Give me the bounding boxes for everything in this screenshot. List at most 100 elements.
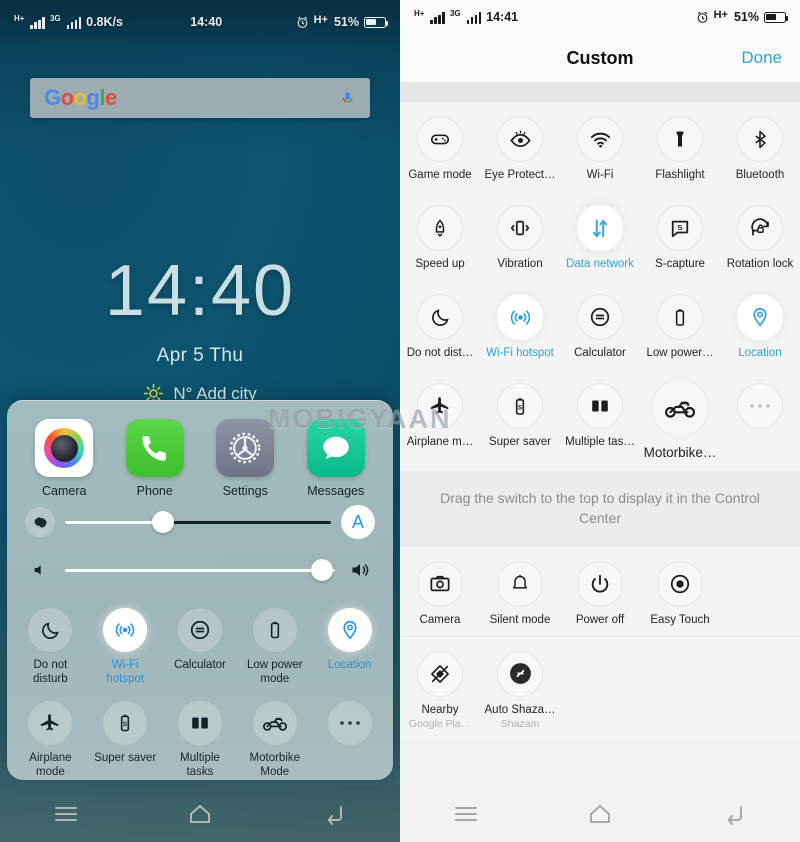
app-shortcut-phone[interactable]: Phone [110,419,201,498]
toggle-do-not-disturb[interactable]: Do not disturb [13,602,88,695]
app-shortcut-settings[interactable]: Settings [200,419,291,498]
calculator-icon [577,294,623,340]
tile-silent-mode[interactable]: Silent mode [480,547,560,636]
tile-do-not-disturb[interactable]: Do not dist… [400,280,480,369]
menu-icon[interactable] [453,805,479,823]
tile-multiple-tasks[interactable]: Multiple tas… [560,369,640,470]
left-status-bar: H+ 3G 0.8K/s 14:40 H+ 51% [0,0,400,44]
done-button[interactable]: Done [741,48,782,68]
tile-more[interactable] [720,369,800,470]
tile-label: Eye Protect… [484,169,556,181]
app-shortcut-camera[interactable]: Camera [19,419,110,498]
brightness-slider-row[interactable]: A [7,498,393,546]
toggle-super-saver[interactable]: S Super saver [88,695,163,788]
home-icon[interactable] [186,802,214,826]
tile-label: Data network [566,258,634,270]
toggle-more[interactable] [312,695,387,788]
status-right-group: H+ 51% [696,10,800,24]
battery-icon [764,11,789,23]
moon-icon [417,294,463,340]
s-capture-icon: S [657,205,703,251]
toggle-low-power-mode[interactable]: Low power mode [237,602,312,695]
tile-speed-up[interactable]: Speed up [400,191,480,280]
settings-app-icon [216,419,275,477]
volume-up-icon[interactable] [345,555,375,585]
network-type-1: H+ [414,9,425,18]
tile-rotation-lock[interactable]: Rotation lock [720,191,800,280]
tile-label: S-capture [655,258,705,270]
tile-easy-touch[interactable]: Easy Touch [640,547,720,636]
tile-label: Vibration [497,258,543,270]
toggle-wifi-hotspot[interactable]: Wi-Fi hotspot [88,602,163,695]
tile-wifi[interactable]: Wi-Fi [560,102,640,191]
menu-icon[interactable] [53,805,79,823]
tile-calculator[interactable]: Calculator [560,280,640,369]
bluetooth-icon [737,116,783,162]
app-shortcut-label: Settings [222,484,268,498]
tile-label: Super saver [488,436,551,448]
volume-slider-row[interactable] [7,546,393,594]
drag-hint-text: Drag the switch to the top to display it… [400,470,800,547]
brightness-knob[interactable] [152,511,175,533]
signal-bars-2 [466,11,482,24]
toggle-airplane-mode[interactable]: Airplane mode [13,695,88,788]
tile-label: Silent mode [489,613,551,626]
app-shortcut-messages[interactable]: Messages [291,419,382,498]
tile-label: Power off [575,613,625,626]
volume-mute-icon[interactable] [25,555,55,585]
tile-label: Bluetooth [735,169,785,181]
toggle-label: Wi-Fi hotspot [106,659,145,686]
tile-low-power-mode[interactable]: Low power… [640,280,720,369]
tile-eye-protect[interactable]: Eye Protect… [480,102,560,191]
google-search-bar[interactable]: Google [30,78,370,118]
back-icon[interactable] [321,802,347,826]
tile-label: Calculator [574,347,626,359]
tile-data-network[interactable]: Data network [560,191,640,280]
back-icon[interactable] [721,802,747,826]
wifi-icon [577,116,623,162]
auto-brightness-button[interactable]: A [341,505,375,539]
brightness-track[interactable] [65,511,331,533]
home-icon[interactable] [586,802,614,826]
tile-airplane-mode[interactable]: Airplane m… [400,369,480,470]
tile-super-saver[interactable]: S Super saver [480,369,560,470]
eye-icon [497,116,543,162]
volume-knob[interactable] [310,559,333,581]
tile-flashlight[interactable]: Flashlight [640,102,720,191]
brightness-gear-icon[interactable] [25,507,55,537]
toggle-calculator[interactable]: Calculator [163,602,238,695]
status-right-group: H+ 51% [296,15,400,29]
toggle-multiple-tasks[interactable]: Multiple tasks [163,695,238,788]
lockscreen-clock-widget: 14:40 Apr 5 Thu N° Add city [0,0,400,404]
tile-power-off[interactable]: Power off [560,547,640,636]
inactive-toggles-grid: Camera Silent mode Power off Easy Touch [400,546,800,636]
active-toggles-grid: Game mode Eye Protect… Wi-Fi Flashlight … [400,102,800,470]
app-shortcut-label: Camera [42,484,87,498]
status-clock: 14:40 [190,15,223,29]
tile-s-capture[interactable]: S S-capture [640,191,720,280]
hotspot-icon [497,294,543,340]
tile-motorbike-mode[interactable]: Motorbike… [640,369,720,470]
toggle-location[interactable]: Location [312,602,387,695]
network-type-1: H+ [14,14,25,23]
toggle-label: Location [327,659,372,671]
volume-track[interactable] [65,559,335,581]
tile-wifi-hotspot[interactable]: Wi-Fi hotspot [480,280,560,369]
tile-camera[interactable]: Camera [400,547,480,636]
hotspot-icon [103,608,148,652]
right-phone-custom-settings: H+ 3G 14:41 H+ 51% Custom Done Game mode… [400,0,800,842]
tile-game-mode[interactable]: Game mode [400,102,480,191]
tile-bluetooth[interactable]: Bluetooth [720,102,800,191]
microphone-icon[interactable] [339,89,356,108]
app-shortcut-label: Messages [307,484,365,498]
tile-label: Easy Touch [650,613,710,626]
tile-auto-shazam[interactable]: Auto Shaza… Shazam [480,637,560,740]
tile-nearby[interactable]: Nearby Google Pla… [400,637,480,740]
google-logo: Google [44,85,117,110]
super-saver-icon: S [497,383,543,429]
network-type-2: 3G [449,9,461,18]
tile-vibration[interactable]: Vibration [480,191,560,280]
svg-text:S: S [123,721,128,728]
tile-location[interactable]: Location [720,280,800,369]
toggle-motorbike-mode[interactable]: Motorbike Mode [237,695,312,788]
